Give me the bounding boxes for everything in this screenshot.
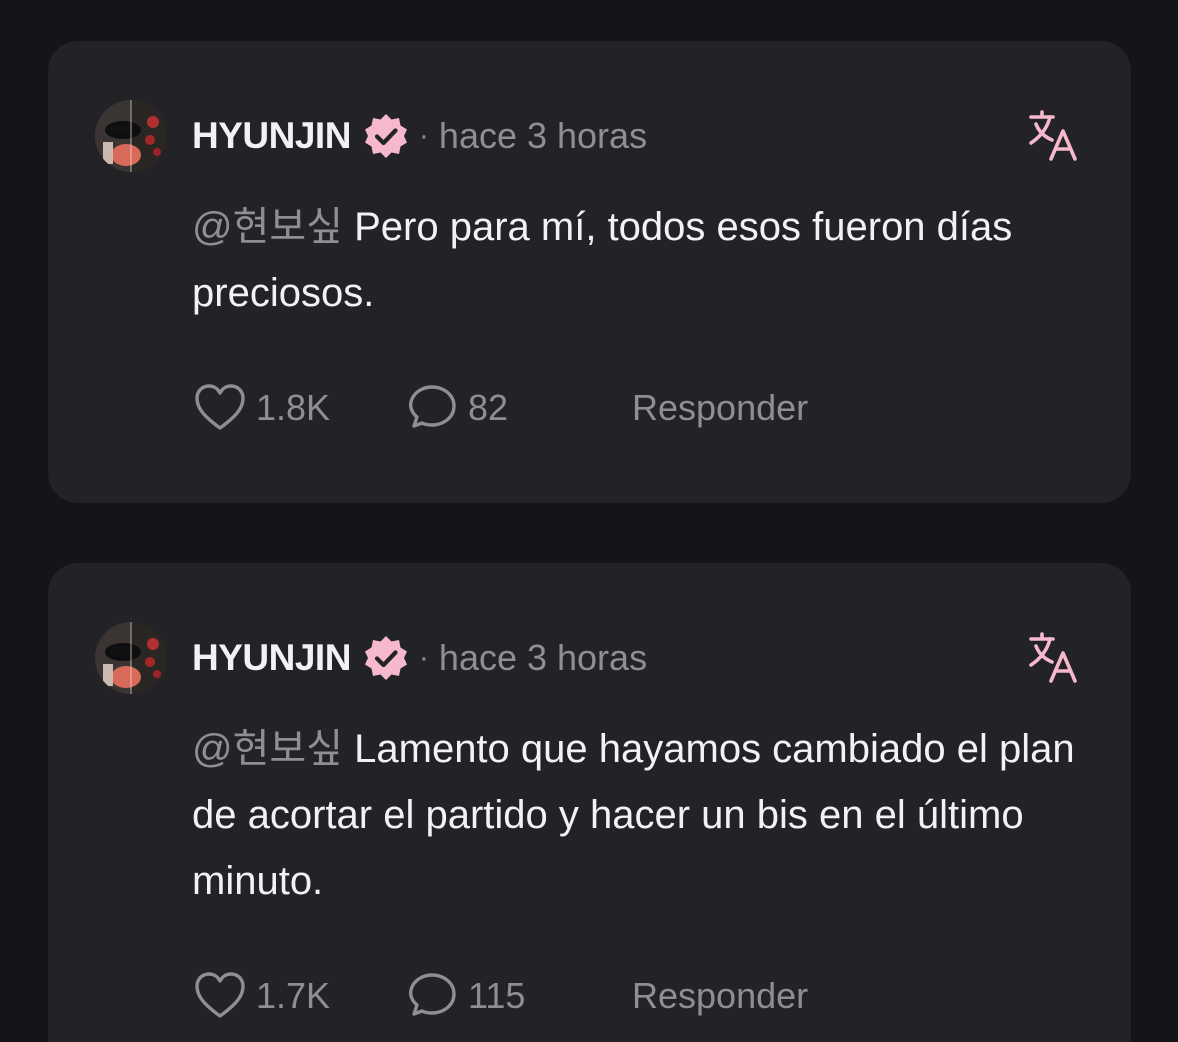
like-button[interactable]: 1.7K bbox=[194, 971, 406, 1021]
like-count: 1.7K bbox=[256, 975, 331, 1016]
timestamp: hace 3 horas bbox=[438, 637, 648, 678]
comment-feed: HYUNJIN · hace 3 horas @현보싶 Pero para mí… bbox=[0, 0, 1178, 1042]
like-button[interactable]: 1.8K bbox=[194, 383, 406, 433]
comment-body: @현보싶 Lamento que hayamos cambiado el pla… bbox=[192, 716, 1092, 914]
avatar[interactable] bbox=[95, 622, 167, 694]
reply-button[interactable]: Responder bbox=[632, 387, 808, 429]
comment-card: HYUNJIN · hace 3 horas @현보싶 Pero para mí… bbox=[48, 41, 1131, 503]
comments-button[interactable]: 115 bbox=[406, 971, 632, 1021]
translate-icon[interactable] bbox=[1027, 631, 1081, 685]
heart-icon bbox=[195, 384, 245, 430]
separator-dot: · bbox=[418, 119, 429, 152]
reply-button[interactable]: Responder bbox=[632, 975, 808, 1017]
speech-bubble-icon bbox=[408, 385, 456, 428]
timestamp: hace 3 horas bbox=[438, 115, 648, 156]
verified-badge-icon bbox=[361, 111, 411, 161]
comment-card: HYUNJIN · hace 3 horas @현보싶 Lamento que … bbox=[48, 563, 1131, 1042]
comments-button[interactable]: 82 bbox=[406, 383, 632, 433]
mention-link[interactable]: @현보싶 bbox=[192, 727, 343, 771]
avatar[interactable] bbox=[95, 100, 167, 172]
like-count: 1.8K bbox=[256, 387, 331, 428]
action-bar: 1.8K 82 Responder bbox=[194, 383, 808, 433]
comment-count: 82 bbox=[468, 387, 509, 428]
translate-icon[interactable] bbox=[1027, 109, 1081, 163]
action-bar: 1.7K 115 Responder bbox=[194, 971, 808, 1021]
verified-badge-icon bbox=[361, 633, 411, 683]
mention-link[interactable]: @현보싶 bbox=[192, 205, 343, 249]
separator-dot: · bbox=[418, 641, 429, 674]
comment-header: HYUNJIN · hace 3 horas bbox=[192, 111, 647, 161]
username[interactable]: HYUNJIN bbox=[192, 115, 351, 157]
comment-body: @현보싶 Pero para mí, todos esos fueron día… bbox=[192, 194, 1092, 326]
speech-bubble-icon bbox=[408, 973, 456, 1016]
heart-icon bbox=[195, 972, 245, 1018]
username[interactable]: HYUNJIN bbox=[192, 637, 351, 679]
comment-count: 115 bbox=[468, 975, 526, 1016]
comment-header: HYUNJIN · hace 3 horas bbox=[192, 633, 647, 683]
